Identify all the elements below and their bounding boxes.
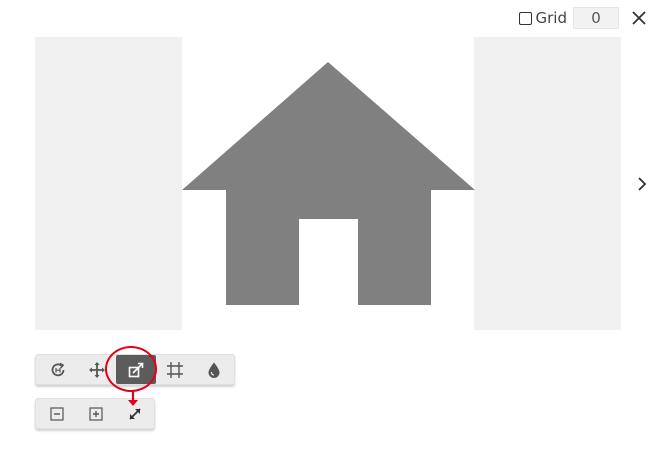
house-shape[interactable] [182,62,475,305]
fit-minus-button[interactable] [38,399,77,428]
fit-plus-button[interactable] [77,399,116,428]
close-icon [632,11,646,25]
crop-grid-icon [167,361,184,378]
close-button[interactable] [629,8,649,28]
top-bar: Grid [518,6,649,30]
right-panel [474,37,621,330]
editor-root: { "topbar": { "grid_label": "Grid", "gri… [0,0,663,455]
crop-grid-button[interactable] [156,355,195,384]
annotation-arrow [128,390,138,406]
grid-label: Grid [535,9,567,27]
fill-drop-icon [208,362,220,378]
grid-toggle[interactable]: Grid [518,9,567,27]
rotate-button[interactable] [38,355,77,384]
left-panel [35,37,182,330]
rotate-icon [51,362,64,376]
grid-checkbox[interactable] [518,11,532,25]
canvas-area[interactable] [35,37,621,330]
fit-plus-icon [89,406,103,421]
move-icon [88,361,105,378]
next-button[interactable] [632,173,652,195]
annotation-circle [105,346,157,392]
grid-size-input[interactable] [573,7,619,29]
chevron-right-icon [638,177,647,191]
fit-minus-icon [50,406,64,421]
fill-button[interactable] [195,355,234,384]
